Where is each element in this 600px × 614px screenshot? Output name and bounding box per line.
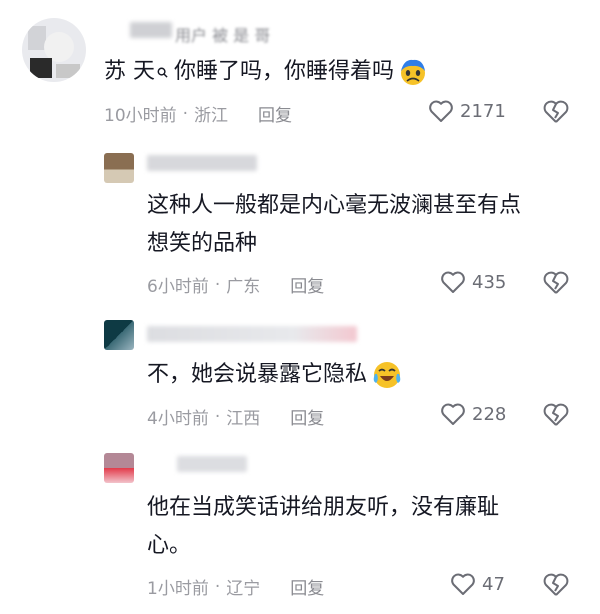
broken-heart-icon[interactable] xyxy=(542,99,570,125)
username-redacted xyxy=(177,456,247,472)
like-button[interactable]: 2171 xyxy=(428,99,506,123)
heart-outline-icon xyxy=(441,271,465,293)
comment-meta: 10小时前 · 浙江 回复 xyxy=(104,101,292,127)
search-icon xyxy=(157,67,168,78)
comment-meta: 4小时前 · 江西 回复 xyxy=(147,404,324,430)
like-button[interactable]: 435 xyxy=(440,270,506,294)
comment-text-line: 这种人一般都是内心毫无波澜甚至有点 xyxy=(147,193,522,218)
username-redacted xyxy=(147,326,357,342)
username-redacted xyxy=(147,155,257,171)
comment-text-line: 他在当成笑话讲给朋友听，没有廉耻 xyxy=(147,495,500,520)
comment-text: 不，她会说暴露它隐私 xyxy=(147,357,403,393)
broken-heart-icon[interactable] xyxy=(542,402,570,428)
comment-text-line: 心。 xyxy=(147,533,192,558)
comment-text: 苏 天 你睡了吗，你睡得着吗 xyxy=(104,54,428,90)
reply-button[interactable]: 回复 xyxy=(290,574,324,599)
comment-meta: 6小时前 · 广东 回复 xyxy=(147,272,324,298)
avatar[interactable] xyxy=(104,320,134,350)
location: 辽宁 xyxy=(226,579,261,599)
like-count: 435 xyxy=(472,271,507,293)
avatar[interactable] xyxy=(104,453,134,483)
reply-button[interactable]: 回复 xyxy=(258,101,292,126)
heart-outline-icon xyxy=(451,573,475,595)
reply-button[interactable]: 回复 xyxy=(290,404,324,429)
timestamp: 4小时前 xyxy=(147,409,209,429)
timestamp: 6小时前 xyxy=(147,277,209,297)
like-count: 47 xyxy=(482,573,505,595)
like-count: 2171 xyxy=(460,100,506,122)
avatar[interactable] xyxy=(104,153,134,183)
timestamp: 1小时前 xyxy=(147,579,209,599)
heart-outline-icon xyxy=(441,403,465,425)
comment-body: 不，她会说暴露它隐私 xyxy=(147,362,368,387)
location: 浙江 xyxy=(194,106,229,126)
comment-body: 你睡了吗，你睡得着吗 xyxy=(174,59,395,84)
heart-outline-icon xyxy=(429,100,453,122)
username-redacted xyxy=(130,22,172,38)
timestamp: 10小时前 xyxy=(104,106,177,126)
location: 江西 xyxy=(226,409,261,429)
broken-heart-icon[interactable] xyxy=(542,572,570,598)
username[interactable]: 用户 被 是 哥 xyxy=(175,22,270,46)
like-button[interactable]: 228 xyxy=(440,402,506,426)
location: 广东 xyxy=(226,277,261,297)
mention-link[interactable]: 苏 天 xyxy=(104,54,174,90)
reply-button[interactable]: 回复 xyxy=(290,272,324,297)
laughing-crying-emoji-icon xyxy=(373,362,401,388)
like-button[interactable]: 47 xyxy=(450,572,505,596)
broken-heart-icon[interactable] xyxy=(542,270,570,296)
avatar[interactable] xyxy=(22,18,86,82)
crying-emoji-icon xyxy=(401,59,426,85)
comment-text-line: 想笑的品种 xyxy=(147,231,258,256)
comment-meta: 1小时前 · 辽宁 回复 xyxy=(147,574,324,600)
like-count: 228 xyxy=(472,403,507,425)
